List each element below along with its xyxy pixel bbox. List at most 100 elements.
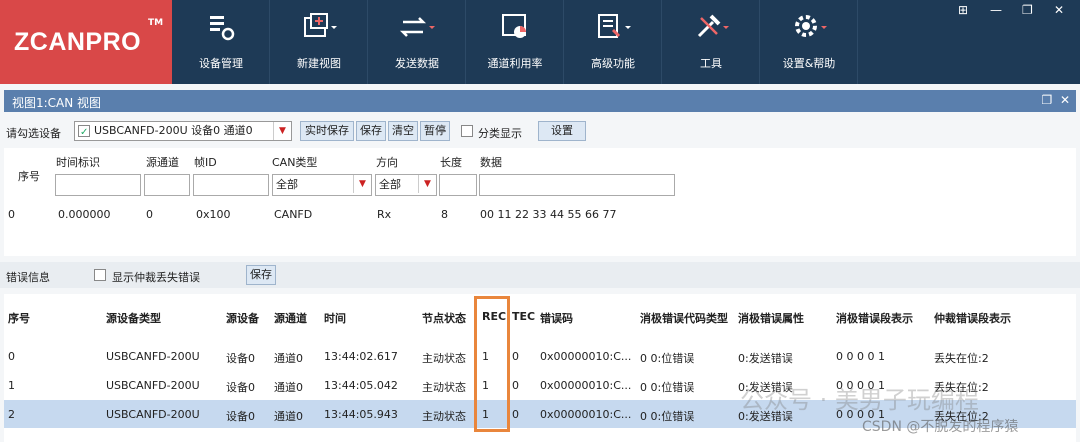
cell-seq: 0 (8, 208, 15, 221)
cell-code: 0x00000010:C... (540, 408, 632, 421)
cell-src: 0 (146, 208, 153, 221)
send-data-icon (368, 10, 466, 44)
err-col-code: 错误码 (540, 312, 573, 325)
col-seq: 序号 (18, 170, 40, 183)
device-checkbox[interactable] (78, 124, 90, 140)
len-filter[interactable] (439, 174, 477, 196)
col-data: 数据 (480, 156, 502, 169)
toolbar-advanced-button[interactable]: 高级功能 (564, 0, 662, 84)
cell-arb: 丢失在位:2 (934, 352, 989, 365)
err-col-ch: 源通道 (274, 312, 307, 325)
cell-seq: 2 (8, 408, 15, 421)
toolbar-device-manage-button[interactable]: 设备管理 (172, 0, 270, 84)
chevron-down-icon[interactable]: ▼ (353, 175, 371, 193)
dir-filter-value: 全部 (379, 178, 401, 191)
data-filter[interactable] (479, 174, 675, 196)
view-title: 视图1:CAN 视图 (12, 96, 102, 110)
cell-pcode: 0 0:位错误 (640, 381, 695, 394)
cell-state: 主动状态 (422, 410, 466, 423)
tools-icon (662, 10, 760, 44)
toolbar-new-view-button[interactable]: 新建视图 (270, 0, 368, 84)
show-arb-checkbox[interactable] (94, 269, 106, 281)
clear-button[interactable]: 清空 (388, 121, 418, 141)
table-row[interactable]: 0 USBCANFD-200U 设备0 通道0 13:44:02.617 主动状… (4, 342, 1076, 370)
device-value: USBCANFD-200U 设备0 通道0 (94, 124, 253, 137)
cell-id: 0x100 (196, 208, 231, 221)
toolbar-channel-usage-button[interactable]: 通道利用率 (466, 0, 564, 84)
cell-len: 8 (441, 208, 448, 221)
close-icon[interactable]: ✕ (1054, 3, 1064, 17)
pause-button[interactable]: 暂停 (420, 121, 450, 141)
toolbar-settings-help-button[interactable]: 设置&帮助 (760, 0, 858, 84)
select-device-label: 请勾选设备 (6, 127, 61, 140)
view-titlebar: 视图1:CAN 视图 ❐ ✕ (4, 90, 1076, 112)
view-close-icon[interactable]: ✕ (1060, 93, 1070, 107)
err-col-pattr: 消极错误属性 (738, 312, 804, 325)
toolbar-label: 高级功能 (591, 57, 635, 70)
cell-state: 主动状态 (422, 352, 466, 365)
save-button[interactable]: 保存 (356, 121, 386, 141)
cell-tec: 0 (512, 350, 519, 363)
show-arb-label: 显示仲裁丢失错误 (112, 271, 200, 284)
frame-panel: 序号 时间标识 源通道 帧ID CAN类型 方向 长度 数据 全部 ▼ 全部 ▼… (4, 148, 1076, 256)
err-col-dev-type: 源设备类型 (106, 312, 161, 325)
cell-time: 13:44:05.042 (324, 379, 398, 392)
cell-ch: 通道0 (274, 410, 303, 423)
device-select[interactable]: USBCANFD-200U 设备0 通道0 ▼ (74, 121, 292, 141)
toolbar-label: 发送数据 (395, 57, 439, 70)
wechat-watermark: 公众号 · 美男子玩编程 (740, 386, 979, 414)
toolbar-tools-button[interactable]: 工具 (662, 0, 760, 84)
err-col-tec: TEC (512, 310, 536, 323)
col-dir: 方向 (376, 156, 398, 169)
settings-button[interactable]: 设置 (538, 121, 586, 141)
realtime-save-button[interactable]: 实时保存 (300, 121, 354, 141)
view-window-controls: ❐ ✕ (1042, 93, 1070, 107)
col-time: 时间标识 (56, 156, 100, 169)
cell-seq: 0 (8, 350, 15, 363)
cell-time: 13:44:02.617 (324, 350, 398, 363)
err-col-pseg: 消极错误段表示 (836, 312, 913, 325)
cell-pcode: 0 0:位错误 (640, 352, 695, 365)
dir-filter[interactable]: 全部 ▼ (375, 174, 437, 196)
time-filter[interactable] (55, 174, 141, 196)
toolbar-label: 新建视图 (297, 57, 341, 70)
error-save-button[interactable]: 保存 (246, 265, 276, 285)
err-col-pcode: 消极错误代码类型 (640, 312, 728, 325)
chevron-down-icon[interactable]: ▼ (273, 122, 291, 140)
main-toolbar: ZCANPRO TM 设备管理 新建视图 发送数据 通道利用率 高级功能 工具 … (0, 0, 1080, 84)
cell-code: 0x00000010:C... (540, 350, 632, 363)
toolbar-label: 设备管理 (199, 57, 243, 70)
channel-usage-icon (466, 10, 564, 44)
chevron-down-icon[interactable]: ▼ (418, 175, 436, 193)
col-src: 源通道 (146, 156, 179, 169)
restore-icon[interactable]: ❐ (1022, 3, 1033, 17)
cell-code: 0x00000010:C... (540, 379, 632, 392)
settings-help-icon (760, 10, 858, 44)
classify-label: 分类显示 (478, 127, 522, 140)
err-col-time: 时间 (324, 312, 346, 325)
cell-dir: Rx (377, 208, 392, 221)
id-filter[interactable] (193, 174, 269, 196)
cell-state: 主动状态 (422, 381, 466, 394)
cell-ch: 通道0 (274, 381, 303, 394)
cell-dev: 设备0 (226, 381, 255, 394)
app-logo: ZCANPRO TM (0, 0, 172, 84)
err-col-seq: 序号 (8, 312, 30, 325)
err-col-state: 节点状态 (422, 312, 466, 325)
toolbar-send-data-button[interactable]: 发送数据 (368, 0, 466, 84)
cell-type: CANFD (274, 208, 313, 221)
type-filter[interactable]: 全部 ▼ (272, 174, 372, 196)
minimize-icon[interactable]: — (990, 3, 1002, 17)
view-restore-icon[interactable]: ❐ (1042, 93, 1053, 107)
cell-dev: 设备0 (226, 410, 255, 423)
cell-dev-type: USBCANFD-200U (106, 350, 200, 363)
cell-time: 13:44:05.943 (324, 408, 398, 421)
layout-icon[interactable]: ⊞ (958, 3, 968, 17)
new-view-icon (270, 10, 368, 44)
logo-text: ZCANPRO (14, 28, 142, 56)
src-filter[interactable] (144, 174, 190, 196)
classify-checkbox[interactable] (461, 125, 473, 137)
type-filter-value: 全部 (276, 178, 298, 191)
cell-tec: 0 (512, 408, 519, 421)
error-info-label: 错误信息 (6, 271, 50, 284)
